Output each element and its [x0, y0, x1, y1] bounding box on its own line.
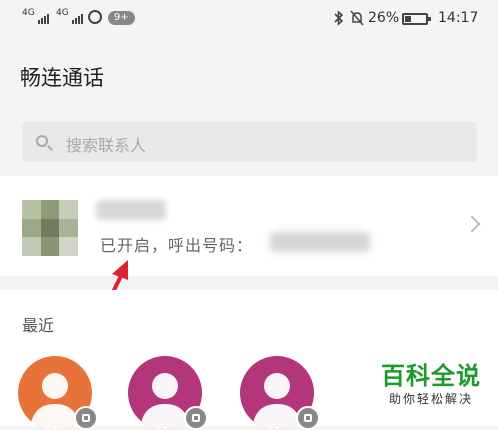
meetime-status-card[interactable]: 已开启，呼出号码：	[0, 176, 498, 276]
search-input[interactable]: 搜索联系人	[22, 122, 477, 162]
search-placeholder: 搜索联系人	[66, 136, 147, 155]
page-title: 畅连通话	[20, 66, 104, 90]
signal-icon	[38, 14, 49, 24]
mute-bell-icon	[350, 10, 364, 30]
status-bar: 4G 4G 9+ 26% 14:17	[0, 0, 498, 44]
clock: 14:17	[438, 10, 479, 26]
alarm-icon	[88, 10, 102, 24]
phone-icon	[296, 406, 320, 430]
battery-percent: 26%	[368, 10, 400, 26]
phone-icon	[74, 406, 98, 430]
watermark-subtitle: 助你轻松解决	[388, 392, 473, 406]
watermark-title: 百科全说	[381, 362, 481, 390]
watermark: 百科全说 助你轻松解决	[368, 362, 494, 407]
blurred-account-name	[96, 200, 166, 220]
status-text: 已开启，呼出号码：	[100, 236, 254, 255]
avatar	[22, 200, 78, 256]
search-icon	[36, 135, 48, 147]
battery-icon	[402, 13, 431, 25]
network-label-1: 4G	[22, 8, 35, 18]
signal-icon	[72, 14, 83, 24]
bluetooth-icon	[334, 10, 344, 30]
video-icon	[184, 406, 208, 430]
blurred-phone-number	[270, 232, 370, 252]
recent-title: 最近	[22, 316, 55, 335]
chevron-right-icon[interactable]	[463, 215, 481, 233]
network-label-2: 4G	[56, 8, 69, 18]
notification-badge: 9+	[108, 11, 135, 25]
